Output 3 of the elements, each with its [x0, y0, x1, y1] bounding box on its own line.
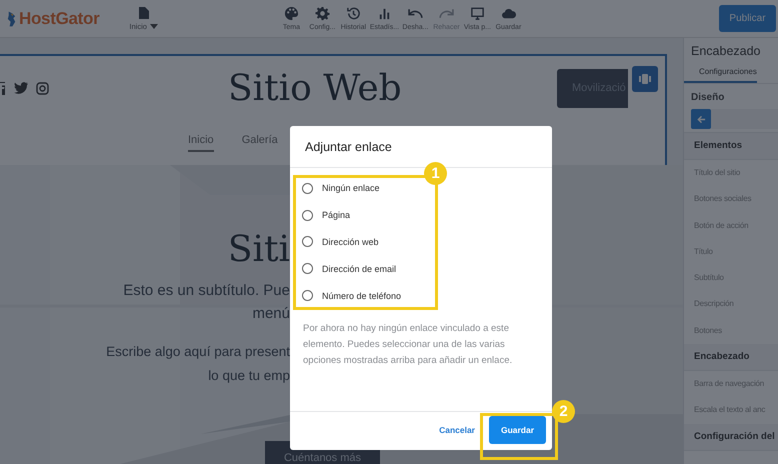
panel-title: Encabezado: [690, 43, 762, 60]
dialog-description: Por ahora no hay ningún enlace vinculado a este elemento. Puedes seleccionar una de las varias opciones mostradas arriba para añadir un enlace.: [303, 322, 514, 368]
section-label: Diseño: [690, 91, 726, 105]
